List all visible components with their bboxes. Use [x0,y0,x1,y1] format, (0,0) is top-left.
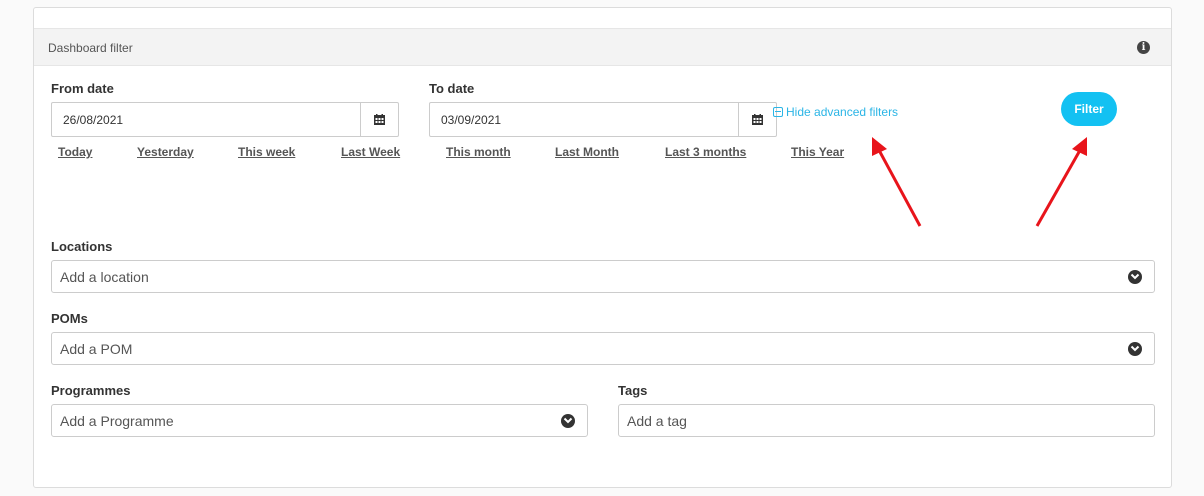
arrow-to-hide-advanced-filters [872,137,922,227]
arrow-to-filter-button [1035,137,1087,227]
annotation-arrows [872,137,1087,227]
